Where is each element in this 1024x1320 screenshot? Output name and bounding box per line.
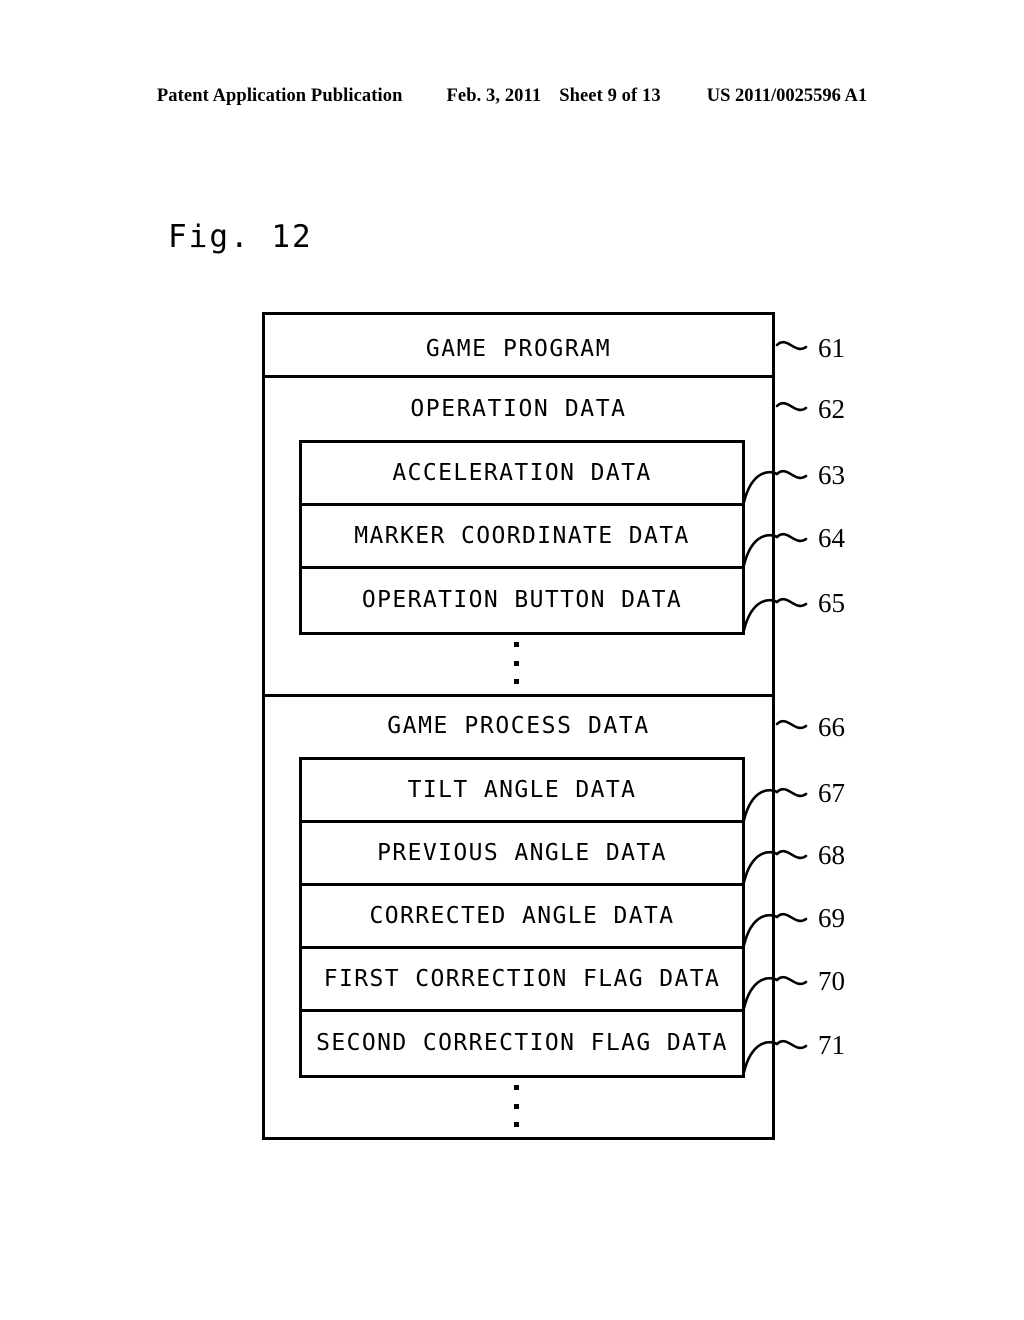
leader-line-66: [775, 719, 808, 730]
box-operation-button-data: OPERATION BUTTON DATA: [302, 569, 742, 632]
ellipsis-dot: [514, 1122, 519, 1127]
box-marker-coordinate-data: MARKER COORDINATE DATA: [302, 506, 742, 569]
ref-number-69: 69: [818, 903, 845, 933]
ellipsis-dot: [514, 642, 519, 647]
leader-line-71: [775, 1039, 808, 1050]
game-process-data-inner-group: TILT ANGLE DATA PREVIOUS ANGLE DATA CORR…: [299, 757, 745, 1078]
ref-number-70: 70: [818, 966, 845, 996]
ref-number-67: 67: [818, 778, 845, 808]
divider-game-program: [265, 375, 772, 378]
leader-line-68: [775, 849, 808, 860]
leader-line-69: [775, 912, 808, 923]
box-label: CORRECTED ANGLE DATA: [369, 902, 675, 929]
vertical-ellipsis-game-process-data: [514, 1085, 519, 1127]
leader-line-62: [775, 401, 808, 412]
ellipsis-dot: [514, 660, 519, 666]
box-label: ACCELERATION DATA: [392, 459, 652, 486]
ref-number-62: 62: [818, 394, 845, 424]
box-first-correction-flag-data: FIRST CORRECTION FLAG DATA: [302, 949, 742, 1012]
box-label: MARKER COORDINATE DATA: [354, 522, 690, 549]
leader-line-63: [775, 469, 808, 480]
box-tilt-angle-data: TILT ANGLE DATA: [302, 760, 742, 823]
section-label-operation-data: OPERATION DATA: [410, 396, 627, 422]
box-previous-angle-data: PREVIOUS ANGLE DATA: [302, 823, 742, 886]
box-label: PREVIOUS ANGLE DATA: [377, 839, 667, 866]
leader-line-61: [775, 340, 808, 351]
main-memory-outer-box: GAME PROGRAM OPERATION DATA ACCELERATION…: [262, 312, 775, 1140]
box-second-correction-flag-data: SECOND CORRECTION FLAG DATA: [302, 1012, 742, 1075]
box-label: TILT ANGLE DATA: [407, 776, 637, 803]
box-label: FIRST CORRECTION FLAG DATA: [323, 965, 721, 992]
box-label: SECOND CORRECTION FLAG DATA: [316, 1030, 728, 1056]
ellipsis-dot: [514, 1085, 519, 1090]
ref-number-64: 64: [818, 523, 845, 553]
ref-number-61: 61: [818, 333, 845, 363]
ref-number-65: 65: [818, 588, 845, 618]
box-acceleration-data: ACCELERATION DATA: [302, 443, 742, 506]
ref-number-63: 63: [818, 460, 845, 490]
box-corrected-angle-data: CORRECTED ANGLE DATA: [302, 886, 742, 949]
box-label: OPERATION BUTTON DATA: [361, 587, 683, 613]
operation-data-inner-group: ACCELERATION DATA MARKER COORDINATE DATA…: [299, 440, 745, 635]
ellipsis-dot: [514, 679, 519, 684]
divider-operation-data: [265, 694, 772, 697]
leader-line-64: [775, 532, 808, 543]
memory-map-diagram: GAME PROGRAM OPERATION DATA ACCELERATION…: [0, 0, 1024, 1320]
ref-number-66: 66: [818, 712, 845, 742]
leader-line-70: [775, 975, 808, 986]
leader-line-67: [775, 787, 808, 798]
ellipsis-dot: [514, 1103, 519, 1109]
section-label-game-process-data: GAME PROCESS DATA: [387, 713, 650, 739]
leader-line-65: [775, 597, 808, 608]
ref-number-68: 68: [818, 840, 845, 870]
vertical-ellipsis-operation-data: [514, 642, 519, 684]
ref-number-71: 71: [818, 1030, 845, 1060]
section-label-game-program: GAME PROGRAM: [425, 336, 612, 362]
